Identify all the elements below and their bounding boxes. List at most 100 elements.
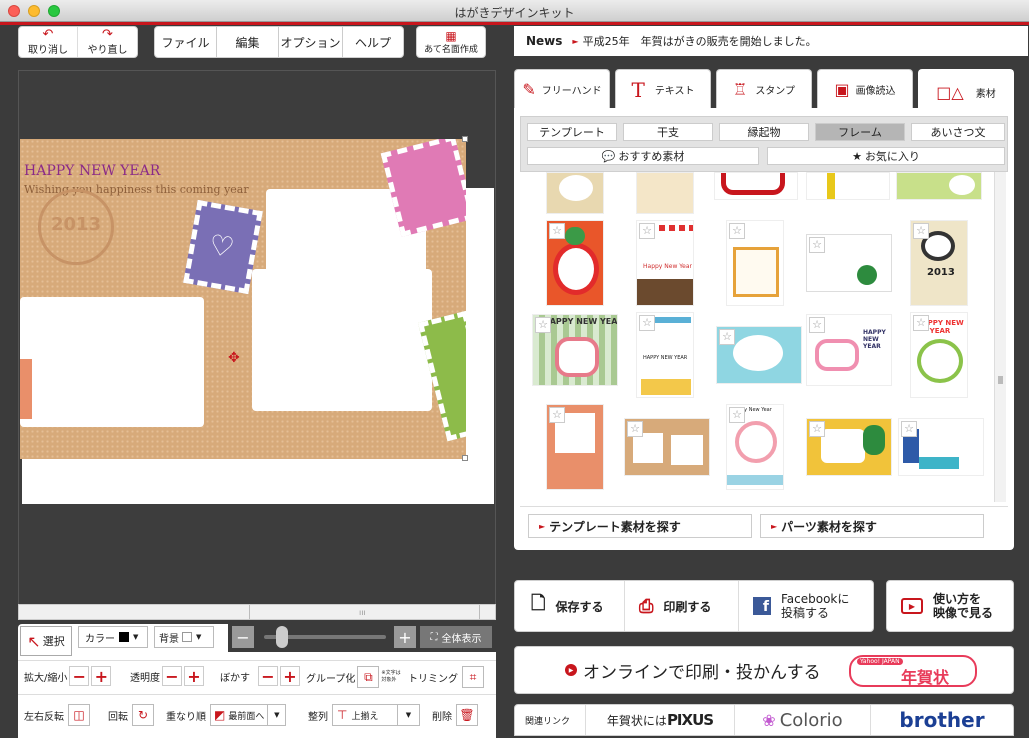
photo-frame-bottom-right[interactable] — [252, 269, 432, 411]
favorite-star-icon[interactable]: ☆ — [729, 407, 745, 423]
frame-thumb[interactable]: ☆ — [806, 234, 892, 292]
favorite-star-icon[interactable]: ☆ — [535, 317, 551, 333]
category-lucky-charms[interactable]: 縁起物 — [719, 123, 809, 141]
zoom-out-button[interactable]: − — [232, 626, 254, 648]
favorite-star-icon[interactable]: ☆ — [809, 421, 825, 437]
favorite-star-icon[interactable]: ☆ — [639, 223, 655, 239]
align-chevron-button[interactable]: ▼ — [398, 704, 420, 726]
frame-thumb[interactable] — [546, 172, 604, 214]
frame-thumb[interactable] — [806, 172, 890, 200]
rotate-button[interactable]: ↻ — [132, 704, 154, 726]
pixus-link[interactable]: 年賀状には PIXUS — [585, 705, 735, 735]
align-dropdown[interactable]: ⊤ 上揃え — [332, 704, 398, 726]
undo-button[interactable]: ↶ 取り消し — [19, 27, 79, 57]
favorite-star-icon[interactable]: ☆ — [809, 317, 825, 333]
frame-thumb[interactable]: ☆ — [624, 418, 710, 476]
tab-image-import[interactable]: ▣ 画像読込 — [817, 69, 913, 109]
flip-button[interactable]: ◫ — [68, 704, 90, 726]
resize-handle[interactable] — [462, 455, 468, 461]
save-button[interactable]: 🗋 保存する — [515, 581, 625, 631]
frame-thumb[interactable]: HAPPY NEW YEAR ☆ — [910, 312, 968, 398]
delete-button[interactable]: 🗑 — [456, 704, 478, 726]
favorite-star-icon[interactable]: ☆ — [809, 237, 825, 253]
menu-help[interactable]: ヘルプ — [343, 27, 403, 57]
photo-frame-left[interactable] — [20, 297, 204, 427]
postcard-design[interactable]: HAPPY NEW YEAR Wishing you happiness thi… — [20, 139, 466, 459]
canvas-horizontal-scrollbar[interactable]: ııı — [18, 604, 496, 620]
howto-video-button[interactable]: ▶ 使い方を 映像で見る — [886, 580, 1014, 632]
frame-thumb[interactable]: ☆ — [806, 418, 892, 476]
frame-thumb[interactable]: HAPPY NEW YEAR ☆ — [636, 312, 694, 398]
orange-stamp[interactable] — [20, 359, 32, 419]
news-text[interactable]: 平成25年 年賀はがきの販売を開始しました。 — [583, 33, 817, 49]
frame-thumb[interactable]: ☆ — [716, 326, 802, 384]
menu-edit[interactable]: 編集 — [217, 27, 279, 57]
opacity-minus-button[interactable]: − — [162, 666, 182, 686]
menu-options[interactable]: オプション — [279, 27, 343, 57]
action-bar: 🗋 保存する ⎙ 印刷する f Facebookに 投稿する — [514, 580, 874, 632]
frame-thumb[interactable]: HAPPY NEW YEAR ☆ — [532, 314, 618, 386]
frame-thumb[interactable]: HAPPY NEW YEAR ☆ — [806, 314, 892, 386]
frame-thumb[interactable]: Happy New Year ☆ — [726, 404, 784, 490]
order-chevron-button[interactable]: ▼ — [268, 704, 287, 726]
favorite-star-icon[interactable]: ☆ — [549, 223, 565, 239]
frame-thumb[interactable] — [896, 172, 982, 200]
favorite-star-icon[interactable]: ☆ — [901, 421, 917, 437]
find-parts-button[interactable]: ► パーツ素材を探す — [760, 514, 984, 538]
favorite-star-icon[interactable]: ☆ — [719, 329, 735, 345]
favorite-star-icon[interactable]: ☆ — [729, 223, 745, 239]
fit-all-button[interactable]: ⛶ 全体表示 — [420, 626, 492, 648]
arrow-cursor-icon: ↖ — [27, 631, 41, 651]
online-print-button[interactable]: ▶ オンラインで印刷・投かんする Yahoo! JAPAN 年賀状 — [514, 646, 1014, 694]
trim-button[interactable]: ⌗ — [462, 666, 484, 688]
color-dropdown[interactable]: カラー ▼ — [78, 626, 148, 648]
category-greetings[interactable]: あいさつ文 — [911, 123, 1005, 141]
zoom-in-button[interactable]: + — [394, 626, 416, 648]
align-value: 上揃え — [351, 711, 379, 722]
redo-button[interactable]: ↷ やり直し — [78, 27, 137, 57]
frame-thumb[interactable] — [714, 172, 798, 200]
tab-text[interactable]: T テキスト — [615, 69, 711, 109]
frame-thumb[interactable]: 2013 ☆ — [910, 220, 968, 306]
print-button[interactable]: ⎙ 印刷する — [625, 581, 739, 631]
favorite-star-icon[interactable]: ☆ — [913, 315, 929, 331]
menu-file[interactable]: ファイル — [155, 27, 217, 57]
frame-thumb[interactable]: ☆ — [546, 220, 604, 306]
select-tool-button[interactable]: ↖ 選択 — [20, 626, 72, 656]
frame-thumb[interactable]: ☆ — [726, 220, 784, 306]
category-template[interactable]: テンプレート — [527, 123, 617, 141]
category-recommended[interactable]: 💬 おすすめ素材 — [527, 147, 759, 165]
favorite-star-icon[interactable]: ☆ — [627, 421, 643, 437]
favorite-star-icon[interactable]: ☆ — [549, 407, 565, 423]
category-eto[interactable]: 干支 — [623, 123, 713, 141]
panel-divider — [520, 506, 1008, 507]
thumbnail-scrollbar[interactable] — [994, 172, 1006, 502]
chevron-down-icon: ▼ — [196, 633, 202, 641]
background-dropdown[interactable]: 背景 ▼ — [154, 626, 214, 648]
blur-plus-button[interactable]: + — [280, 666, 300, 686]
purple-stamp[interactable]: ♡ — [183, 199, 263, 295]
scale-minus-button[interactable]: − — [69, 666, 90, 686]
order-dropdown[interactable]: ◩ 最前面へ — [210, 704, 269, 726]
favorite-star-icon[interactable]: ☆ — [913, 223, 929, 239]
frame-thumb[interactable]: Happy New Year ☆ — [636, 220, 694, 306]
tab-freehand[interactable]: ✎ フリーハンド — [514, 69, 610, 109]
colorio-link[interactable]: ❀ Colorio — [735, 705, 871, 735]
opacity-plus-button[interactable]: + — [184, 666, 204, 686]
blur-minus-button[interactable]: − — [258, 666, 278, 686]
resize-handle[interactable] — [462, 136, 468, 142]
frame-thumb[interactable]: ☆ — [546, 404, 604, 490]
group-button[interactable]: ⧉ — [357, 666, 380, 688]
category-favorites[interactable]: ★ お気に入り — [767, 147, 1005, 165]
tab-stamp[interactable]: ♖ スタンプ — [716, 69, 812, 109]
facebook-post-button[interactable]: f Facebookに 投稿する — [739, 581, 875, 631]
frame-thumb[interactable]: ☆ — [898, 418, 984, 476]
scale-plus-button[interactable]: + — [91, 666, 112, 686]
brother-link[interactable]: brother — [871, 705, 1013, 735]
zoom-slider-thumb[interactable] — [276, 626, 288, 648]
category-frame[interactable]: フレーム — [815, 123, 905, 141]
frame-thumb[interactable] — [636, 172, 694, 214]
address-side-button[interactable]: ▦ あて名面作成 — [416, 26, 486, 58]
favorite-star-icon[interactable]: ☆ — [639, 315, 655, 331]
find-template-button[interactable]: ► テンプレート素材を探す — [528, 514, 752, 538]
